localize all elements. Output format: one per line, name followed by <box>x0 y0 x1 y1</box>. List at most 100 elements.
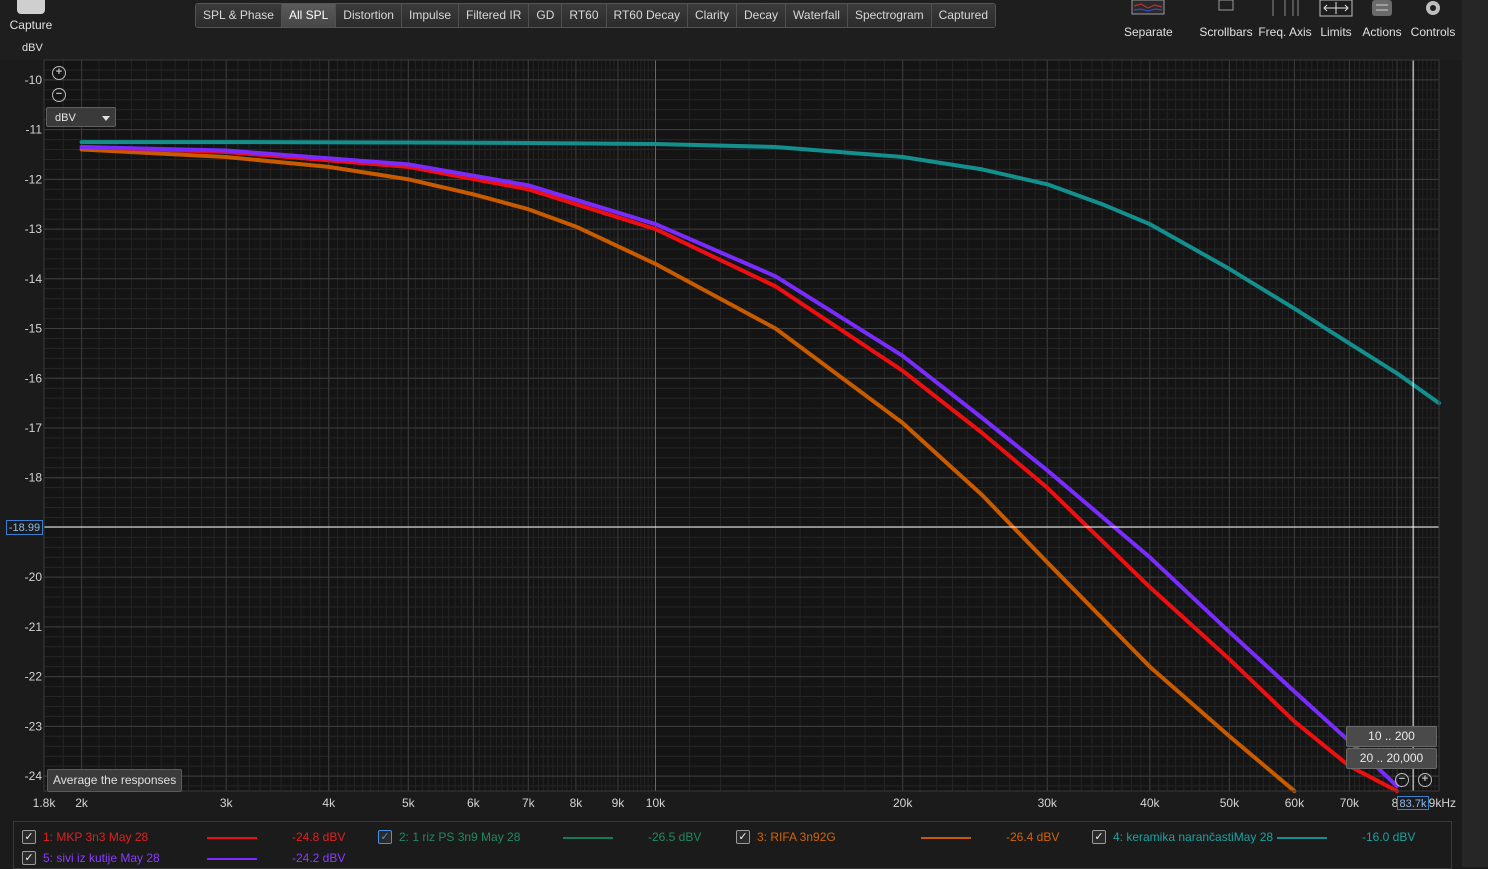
y-tick-label: -21 <box>25 620 43 634</box>
limits-icon <box>1319 0 1353 17</box>
right-scrollbar-area[interactable] <box>1462 0 1488 867</box>
tab-waterfall[interactable]: Waterfall <box>786 4 848 27</box>
separate-label: Separate <box>1124 25 1173 39</box>
tab-spectrogram[interactable]: Spectrogram <box>847 4 932 27</box>
legend-checkbox-1[interactable]: ✓ <box>22 830 36 844</box>
tab-gd[interactable]: GD <box>529 4 563 27</box>
legend-value-5: -24.2 dBV <box>292 851 346 865</box>
x-tick-label: 50k <box>1220 796 1240 810</box>
y-tick-label: -13 <box>25 222 43 236</box>
chevron-down-icon <box>102 116 110 121</box>
tab-clarity[interactable]: Clarity <box>688 4 738 27</box>
y-tick-label: -15 <box>25 322 43 336</box>
legend-item-2[interactable]: ✓ 2: 1 riz PS 3n9 May 28 -26.5 dBV <box>378 827 718 847</box>
tab-impulse[interactable]: Impulse <box>401 4 460 27</box>
legend-swatch-3 <box>921 837 971 839</box>
separate-button[interactable]: Separate <box>1124 0 1173 39</box>
legend-checkbox-3[interactable]: ✓ <box>736 830 750 844</box>
x-tick-label: 7k <box>522 796 536 810</box>
legend-value-3: -26.4 dBV <box>1006 830 1060 844</box>
y-tick-label: -18 <box>25 471 43 485</box>
tab-rt60[interactable]: RT60 <box>562 4 607 27</box>
tab-all-spl[interactable]: All SPL <box>281 4 337 27</box>
x-tick-label: 5k <box>402 796 416 810</box>
actions-button[interactable]: Actions <box>1360 0 1404 39</box>
graph-tabs: SPL & Phase All SPL Distortion Impulse F… <box>195 3 997 28</box>
x-tick-label: 40k <box>1140 796 1160 810</box>
x-tick-label: 3k <box>220 796 234 810</box>
zoom-out-y-icon[interactable]: − <box>52 88 66 102</box>
tab-decay[interactable]: Decay <box>737 4 787 27</box>
x-tick-label: 60k <box>1285 796 1305 810</box>
tab-distortion[interactable]: Distortion <box>336 4 402 27</box>
zoom-out-x-icon[interactable]: − <box>1395 773 1409 787</box>
legend-item-4[interactable]: ✓ 4: keramika narančastiMay 28 -16.0 dBV <box>1092 827 1432 847</box>
legend-checkbox-4[interactable]: ✓ <box>1092 830 1106 844</box>
cursor-y-readout: -18.99 <box>6 520 43 535</box>
x-tick-label: 2k <box>75 796 89 810</box>
legend-swatch-1 <box>207 837 257 839</box>
legend-label-2: 2: 1 riz PS 3n9 May 28 <box>399 830 521 844</box>
y-tick-label: -14 <box>25 272 43 286</box>
unit-select[interactable]: dBV <box>46 107 116 127</box>
y-tick-label: -24 <box>25 769 43 783</box>
freq-axis-label: Freq. Axis <box>1258 25 1312 39</box>
legend-panel: ✓ 1: MKP 3n3 May 28 -24.8 dBV ✓ 2: 1 riz… <box>13 821 1452 869</box>
legend-checkbox-5[interactable]: ✓ <box>22 851 36 865</box>
x-tick-label: 8k <box>570 796 584 810</box>
x-tick-label: 9k <box>612 796 626 810</box>
scrollbars-label: Scrollbars <box>1199 25 1253 39</box>
legend-item-5[interactable]: ✓ 5: sivi iz kutije May 28 -24.2 dBV <box>22 848 362 868</box>
zoom-in-y-icon[interactable]: + <box>52 66 66 80</box>
actions-label: Actions <box>1362 25 1402 39</box>
tab-rt60-decay[interactable]: RT60 Decay <box>606 4 688 27</box>
gear-icon <box>1426 1 1440 15</box>
x-tick-label: 10k <box>646 796 666 810</box>
y-tick-label: -23 <box>25 719 43 733</box>
legend-label-4: 4: keramika narančastiMay 28 <box>1113 830 1274 844</box>
legend-value-1: -24.8 dBV <box>292 830 346 844</box>
legend-item-1[interactable]: ✓ 1: MKP 3n3 May 28 -24.8 dBV <box>22 827 362 847</box>
top-toolbar: Capture SPL & Phase All SPL Distortion I… <box>0 0 1462 60</box>
x-tick-label: 30k <box>1038 796 1058 810</box>
limits-button[interactable]: Limits <box>1316 0 1356 39</box>
scrollbars-icon <box>1218 0 1234 11</box>
legend-swatch-2 <box>563 837 613 839</box>
y-tick-label: -20 <box>25 570 43 584</box>
tab-captured[interactable]: Captured <box>931 4 996 27</box>
x-tick-label: 20k <box>893 796 913 810</box>
legend-swatch-4 <box>1277 837 1327 839</box>
x-axis-end-label: 9kHz <box>1429 796 1456 810</box>
cursor-x-readout: 83.7k <box>1397 796 1429 810</box>
camera-icon <box>17 0 45 14</box>
limits-label: Limits <box>1320 25 1352 39</box>
legend-item-3[interactable]: ✓ 3: RIFA 3n92G -26.4 dBV <box>736 827 1076 847</box>
capture-button[interactable]: Capture <box>6 0 56 32</box>
legend-checkbox-2[interactable]: ✓ <box>378 830 392 844</box>
controls-button[interactable]: Controls <box>1408 0 1458 39</box>
legend-swatch-5 <box>207 858 257 860</box>
legend-label-1: 1: MKP 3n3 May 28 <box>43 830 149 844</box>
x-tick-label: 4k <box>322 796 336 810</box>
scrollbars-button[interactable]: Scrollbars <box>1198 0 1254 39</box>
average-responses-button[interactable]: Average the responses <box>47 769 183 792</box>
x-tick-label: 70k <box>1340 796 1360 810</box>
range-button-20-20000[interactable]: 20 .. 20,000 <box>1346 748 1437 769</box>
y-tick-label: -11 <box>26 123 43 137</box>
freq-axis-icon <box>1272 0 1299 16</box>
tab-filtered-ir[interactable]: Filtered IR <box>459 4 530 27</box>
unit-select-value: dBV <box>55 112 76 124</box>
y-tick-label: -10 <box>25 73 43 87</box>
controls-label: Controls <box>1410 25 1456 39</box>
y-tick-label: -17 <box>25 421 43 435</box>
tab-spl-phase[interactable]: SPL & Phase <box>196 4 282 27</box>
spl-chart[interactable]: -10 -11 -12 -13 -14 -15 -16 -17 -18 -20 -21 -22 -23 -… <box>0 58 1462 821</box>
y-tick-label: -22 <box>25 670 43 684</box>
x-tick-label: 6k <box>467 796 481 810</box>
legend-value-4: -16.0 dBV <box>1362 830 1416 844</box>
y-tick-label: -12 <box>25 172 43 186</box>
range-button-10-200[interactable]: 10 .. 200 <box>1346 726 1437 747</box>
freq-axis-button[interactable]: Freq. Axis <box>1258 0 1312 39</box>
capture-label: Capture <box>9 18 53 32</box>
zoom-in-x-icon[interactable]: + <box>1418 773 1432 787</box>
